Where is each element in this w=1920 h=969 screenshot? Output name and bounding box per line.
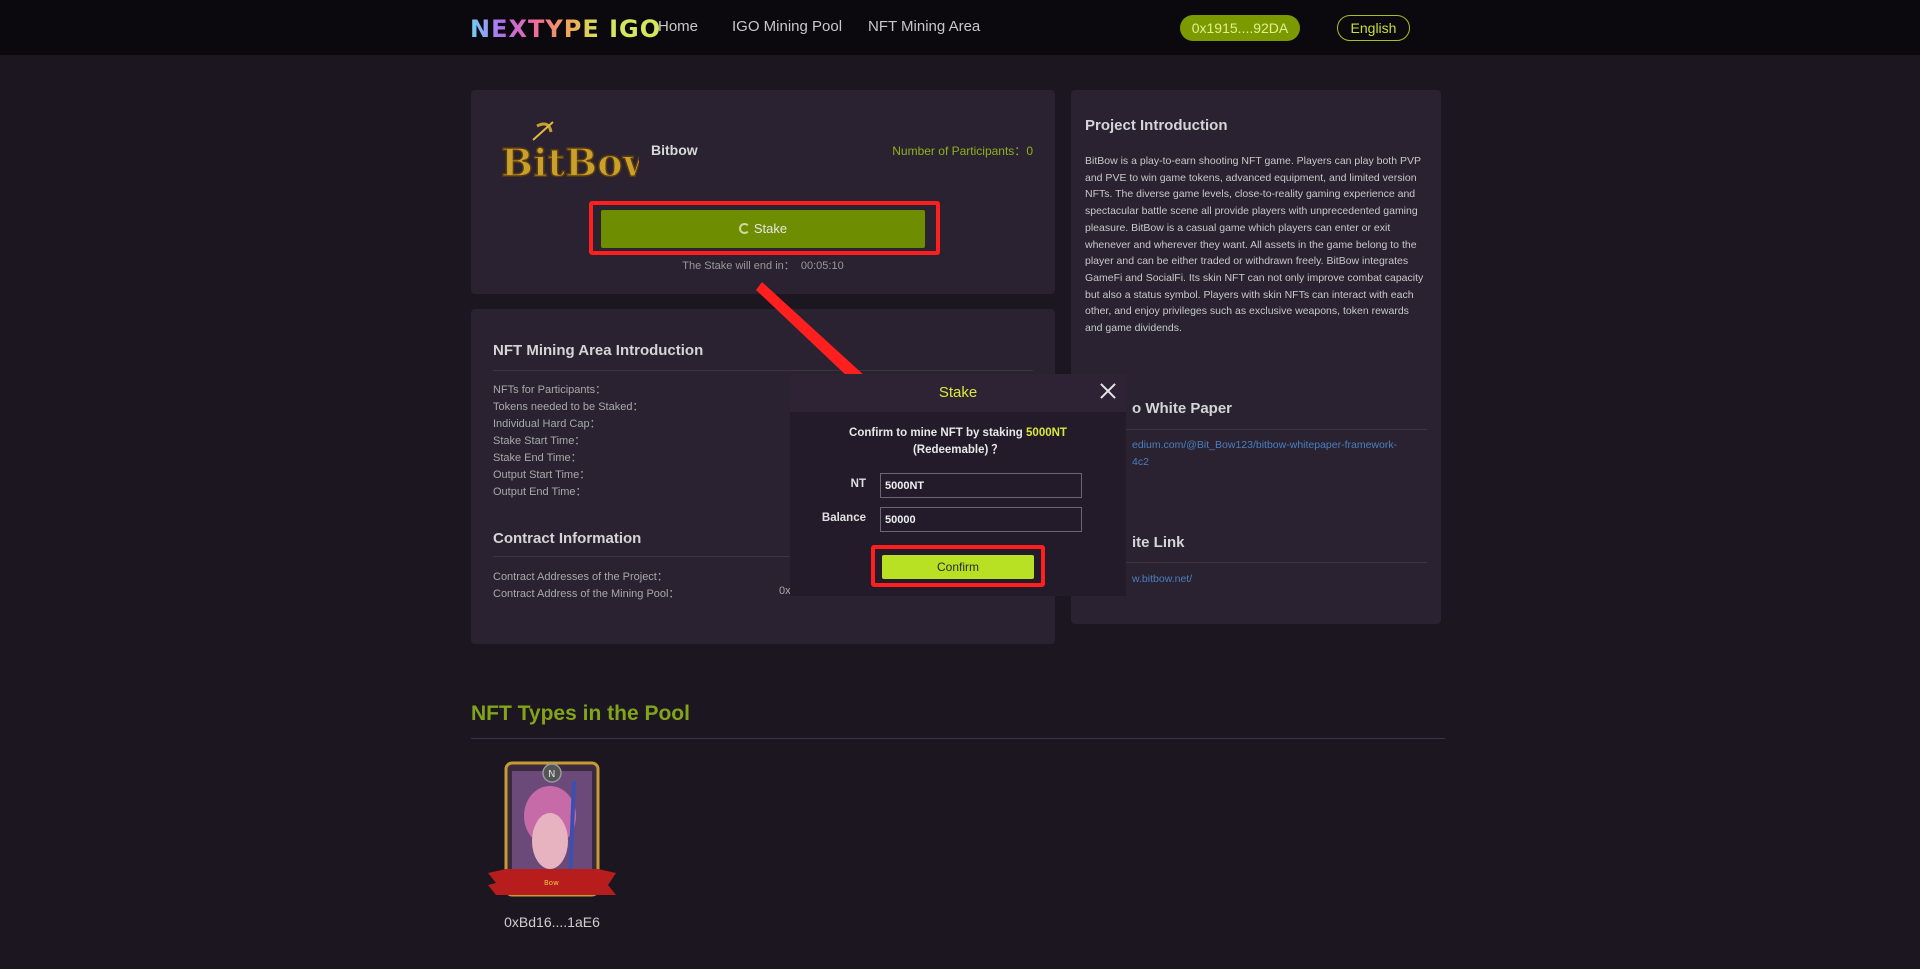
pool-contract-address[interactable]: 0x: [779, 585, 791, 597]
project-card: BitBow Bitbow Number of Participants：0 S…: [471, 90, 1055, 294]
bitbow-logo: BitBow: [500, 121, 639, 186]
label-output-start-time: Output Start Time：: [493, 469, 591, 481]
contract-info-title: Contract Information: [493, 530, 642, 547]
divider: [471, 738, 1445, 739]
participants-value: 0: [1026, 144, 1033, 158]
nav-home[interactable]: Home: [658, 18, 698, 35]
project-name: Bitbow: [651, 142, 698, 158]
nft-card-image[interactable]: N Bow: [486, 761, 618, 901]
label-stake-start-time: Stake Start Time：: [493, 435, 586, 447]
label-pool-contract: Contract Address of the Mining Pool：: [493, 588, 680, 600]
language-button[interactable]: English: [1337, 15, 1410, 41]
whitepaper-title: o White Paper: [1132, 400, 1233, 417]
annotation-highlight-confirm: [871, 545, 1045, 587]
stake-end-label: The Stake will end in：: [682, 260, 795, 272]
nt-amount-input[interactable]: [880, 473, 1082, 498]
divider: [1085, 562, 1427, 563]
whitepaper-link-line-1: edium.com/@Bit_Bow123/bitbow-whitepaper-…: [1132, 439, 1398, 451]
bitbow-logo-text: BitBow: [501, 140, 639, 185]
label-output-end-time: Output End Time：: [493, 486, 587, 498]
modal-message-amount: 5000NT: [1026, 427, 1067, 439]
balance-label: Balance: [821, 512, 866, 524]
whitepaper-link-line-2: 4c2: [1132, 455, 1149, 468]
nft-ribbon-text: Bow: [544, 879, 559, 887]
mining-intro-title: NFT Mining Area Introduction: [493, 342, 704, 359]
annotation-highlight-stake: [589, 201, 940, 255]
modal-message: Confirm to mine NFT by staking 5000NT (R…: [790, 425, 1126, 459]
nft-badge-text: N: [548, 769, 555, 780]
close-icon[interactable]: [1098, 381, 1118, 401]
label-individual-hard-cap: Individual Hard Cap：: [493, 418, 601, 430]
modal-title: Stake: [938, 384, 978, 401]
nav-nft-mining-area[interactable]: NFT Mining Area: [868, 18, 980, 35]
nextype-logo[interactable]: NEXTYPE IGO: [470, 15, 661, 43]
nft-address: 0xBd16....1aE6: [504, 914, 600, 930]
nft-types-title: NFT Types in the Pool: [471, 702, 690, 725]
balance-field[interactable]: [880, 507, 1082, 532]
label-stake-end-time: Stake End Time：: [493, 452, 582, 464]
modal-message-suffix: (Redeemable) ？: [912, 444, 1004, 456]
label-project-contract: Contract Addresses of the Project：: [493, 571, 668, 583]
participants-count: Number of Participants：0: [892, 142, 1033, 159]
whitepaper-link[interactable]: edium.com/@Bit_Bow123/bitbow-whitepaper-…: [1132, 437, 1397, 470]
modal-message-prefix: Confirm to mine NFT by staking: [849, 427, 1023, 439]
stake-countdown: The Stake will end in： 00:05:10: [471, 257, 1055, 273]
top-nav-bar: NEXTYPE IGO Home IGO Mining Pool NFT Min…: [0, 0, 1920, 55]
stake-end-value: 00:05:10: [800, 260, 844, 272]
project-intro-text: BitBow is a play-to-earn shooting NFT ga…: [1085, 155, 1424, 335]
label-nfts-for-participants: NFTs for Participants：: [493, 384, 607, 396]
website-link-title: ite Link: [1132, 534, 1185, 551]
logo-text-igo: IGO: [609, 15, 662, 43]
wallet-address-button[interactable]: 0x1915....92DA: [1180, 15, 1300, 41]
divider: [1085, 429, 1427, 430]
label-tokens-needed: Tokens needed to be Staked：: [493, 401, 644, 413]
divider: [493, 370, 1033, 371]
website-link[interactable]: w.bitbow.net/: [1132, 571, 1192, 588]
project-intro-title: Project Introduction: [1085, 117, 1228, 134]
project-intro-panel: Project Introduction BitBow is a play-to…: [1071, 90, 1441, 624]
logo-text-nextype: NEXTYPE: [470, 15, 600, 43]
nt-label: NT: [850, 478, 866, 490]
participants-label: Number of Participants：: [892, 144, 1027, 158]
nav-igo-mining-pool[interactable]: IGO Mining Pool: [732, 18, 842, 35]
